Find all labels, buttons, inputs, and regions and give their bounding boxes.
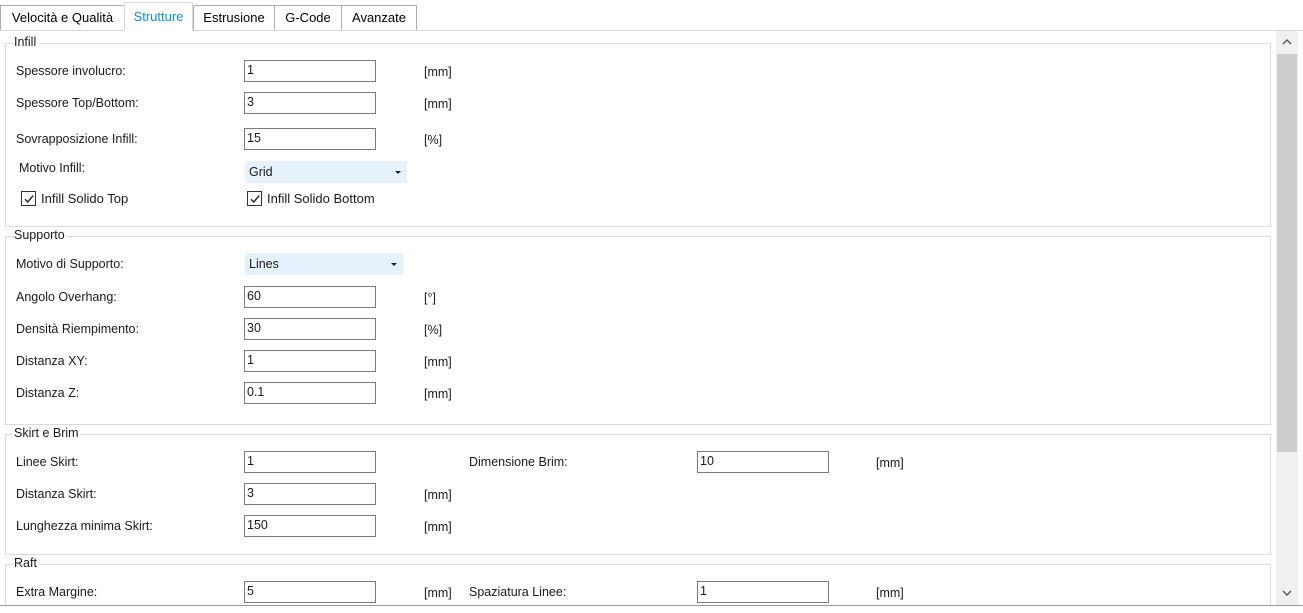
vertical-scrollbar[interactable] bbox=[1276, 31, 1298, 605]
z-distance-unit: [mm] bbox=[424, 387, 452, 401]
solid-bottom-label: Infill Solido Bottom bbox=[267, 191, 375, 206]
xy-distance-label: Distanza XY: bbox=[16, 354, 88, 368]
tab-advanced[interactable]: Avanzate bbox=[341, 5, 417, 30]
skirt-distance-input[interactable]: 3 bbox=[244, 483, 376, 505]
infill-group-title: Infill bbox=[14, 35, 39, 49]
support-group: Supporto Motivo di Supporto: Lines Angol… bbox=[5, 228, 1271, 425]
extra-margin-label: Extra Margine: bbox=[16, 585, 98, 599]
overhang-angle-unit: [°] bbox=[424, 291, 436, 305]
shell-thickness-unit: [mm] bbox=[424, 65, 452, 79]
infill-overlap-unit: [%] bbox=[424, 133, 443, 147]
fill-density-label: Densità Riempimento: bbox=[16, 322, 139, 336]
settings-panel: Infill Spessore involucro: 1 [mm] Spesso… bbox=[0, 31, 1303, 606]
tab-gcode[interactable]: G-Code bbox=[274, 5, 342, 30]
infill-group: Infill Spessore involucro: 1 [mm] Spesso… bbox=[5, 35, 1271, 227]
chevron-down-icon bbox=[391, 263, 397, 266]
tab-extrusion[interactable]: Estrusione bbox=[193, 5, 275, 30]
brim-size-input[interactable]: 10 bbox=[697, 451, 829, 473]
shell-thickness-input[interactable]: 1 bbox=[244, 60, 376, 82]
z-distance-input[interactable]: 0.1 bbox=[244, 382, 376, 404]
check-icon bbox=[250, 195, 260, 204]
skirt-min-length-label: Lunghezza minima Skirt: bbox=[16, 519, 153, 533]
line-spacing-label: Spaziatura Linee: bbox=[469, 585, 567, 599]
xy-distance-unit: [mm] bbox=[424, 355, 452, 369]
skirt-lines-input[interactable]: 1 bbox=[244, 451, 376, 473]
brim-size-label: Dimensione Brim: bbox=[469, 455, 568, 469]
topbottom-thickness-unit: [mm] bbox=[424, 97, 452, 111]
xy-distance-input[interactable]: 1 bbox=[244, 350, 376, 372]
z-distance-label: Distanza Z: bbox=[16, 386, 80, 400]
extra-margin-unit: [mm] bbox=[424, 586, 452, 600]
overhang-angle-input[interactable]: 60 bbox=[244, 286, 376, 308]
checkbox-box bbox=[247, 191, 262, 206]
support-group-title: Supporto bbox=[14, 228, 67, 242]
overhang-angle-label: Angolo Overhang: bbox=[16, 290, 117, 304]
skirt-brim-group-title: Skirt e Brim bbox=[14, 426, 81, 440]
skirt-distance-unit: [mm] bbox=[424, 488, 452, 502]
topbottom-thickness-label: Spessore Top/Bottom: bbox=[16, 96, 139, 110]
line-spacing-input[interactable]: 1 bbox=[697, 581, 829, 603]
infill-overlap-label: Sovrapposizione Infill: bbox=[16, 132, 138, 146]
raft-group: Raft Extra Margine: 5 [mm] Spaziatura Li… bbox=[5, 556, 1271, 605]
skirt-brim-group: Skirt e Brim Linee Skirt: 1 Dimensione B… bbox=[5, 426, 1271, 555]
support-pattern-label: Motivo di Supporto: bbox=[16, 257, 124, 271]
chevron-down-icon bbox=[395, 171, 401, 174]
fill-density-input[interactable]: 30 bbox=[244, 318, 376, 340]
support-pattern-select[interactable]: Lines bbox=[245, 253, 403, 275]
checkbox-box bbox=[21, 191, 36, 206]
scroll-up-button[interactable] bbox=[1276, 33, 1298, 51]
extra-margin-input[interactable]: 5 bbox=[244, 581, 376, 603]
skirt-lines-label: Linee Skirt: bbox=[16, 455, 79, 469]
shell-thickness-label: Spessore involucro: bbox=[16, 64, 126, 78]
fill-density-unit: [%] bbox=[424, 323, 443, 337]
infill-pattern-label: Motivo Infill: bbox=[19, 161, 85, 175]
support-pattern-value: Lines bbox=[249, 257, 279, 271]
skirt-distance-label: Distanza Skirt: bbox=[16, 487, 97, 501]
tab-structures[interactable]: Strutture bbox=[124, 2, 193, 31]
solid-top-label: Infill Solido Top bbox=[41, 191, 129, 206]
infill-overlap-input[interactable]: 15 bbox=[244, 128, 376, 150]
skirt-min-length-input[interactable]: 150 bbox=[244, 515, 376, 537]
line-spacing-unit: [mm] bbox=[876, 586, 904, 600]
topbottom-thickness-input[interactable]: 3 bbox=[244, 92, 376, 114]
scroll-down-button[interactable] bbox=[1276, 584, 1298, 602]
infill-pattern-value: Grid bbox=[249, 165, 273, 179]
skirt-min-length-unit: [mm] bbox=[424, 520, 452, 534]
check-icon bbox=[24, 195, 34, 204]
tab-bar: Velocità e Qualità Strutture Estrusione … bbox=[0, 0, 1303, 31]
raft-group-title: Raft bbox=[14, 556, 39, 570]
chevron-up-icon bbox=[1282, 39, 1292, 45]
chevron-down-icon bbox=[1282, 590, 1292, 596]
tab-speed-quality[interactable]: Velocità e Qualità bbox=[0, 5, 125, 30]
brim-size-unit: [mm] bbox=[876, 456, 904, 470]
scroll-thumb[interactable] bbox=[1277, 54, 1297, 452]
infill-pattern-select[interactable]: Grid bbox=[245, 161, 407, 183]
